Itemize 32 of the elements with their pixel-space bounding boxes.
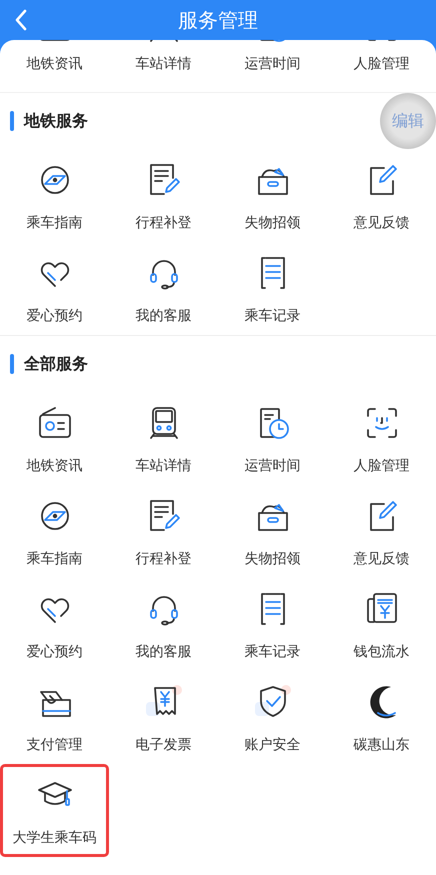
page-title: 服务管理 — [178, 6, 258, 34]
service-item[interactable]: 我的客服 — [109, 578, 218, 671]
section-title: 全部服务 — [24, 354, 88, 374]
service-item[interactable]: 意见反馈 — [327, 149, 436, 242]
service-item[interactable]: 乘车指南 — [0, 149, 109, 242]
service-item[interactable]: 人脸管理 — [327, 40, 436, 92]
service-item[interactable]: 车站详情 — [109, 392, 218, 485]
service-item[interactable]: 失物招领 — [218, 149, 327, 242]
service-item[interactable]: 爱心预约 — [0, 242, 109, 335]
service-item[interactable]: 爱心预约 — [0, 578, 109, 671]
back-icon[interactable] — [14, 8, 28, 32]
service-item[interactable]: 行程补登 — [109, 149, 218, 242]
service-item[interactable]: 碳惠山东 — [327, 671, 436, 764]
section-title: 地铁服务 — [24, 110, 88, 132]
service-item[interactable]: 失物招领 — [218, 485, 327, 578]
service-item[interactable]: 电子发票 — [109, 671, 218, 764]
service-item[interactable]: 钱包流水 — [327, 578, 436, 671]
service-item[interactable]: 意见反馈 — [327, 485, 436, 578]
service-item[interactable]: 行程补登 — [109, 485, 218, 578]
service-item[interactable]: 运营时间 — [218, 392, 327, 485]
service-item[interactable]: 大学生乘车码 — [0, 764, 109, 857]
service-item[interactable]: 运营时间 — [218, 40, 327, 92]
service-item[interactable]: 乘车记录 — [218, 578, 327, 671]
service-item[interactable]: 车站详情 — [109, 40, 218, 92]
service-item[interactable]: 我的客服 — [109, 242, 218, 335]
service-item[interactable]: 地铁资讯 — [0, 392, 109, 485]
service-item[interactable]: 人脸管理 — [327, 392, 436, 485]
service-item[interactable]: 支付管理 — [0, 671, 109, 764]
service-item[interactable]: 账户安全 — [218, 671, 327, 764]
service-item[interactable]: 乘车记录 — [218, 242, 327, 335]
service-item[interactable]: 乘车指南 — [0, 485, 109, 578]
service-item[interactable]: 地铁资讯 — [0, 40, 109, 92]
